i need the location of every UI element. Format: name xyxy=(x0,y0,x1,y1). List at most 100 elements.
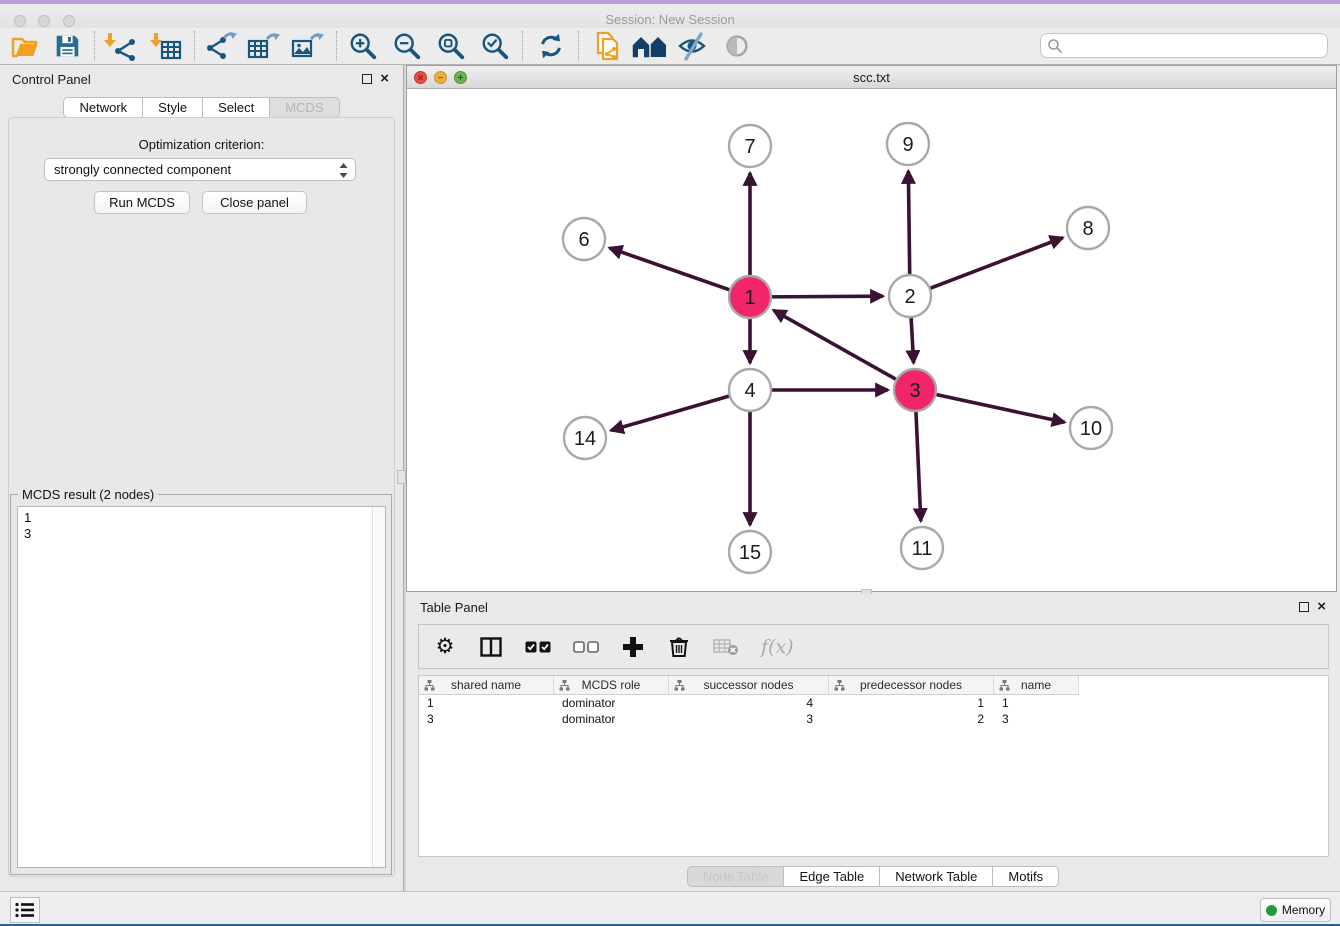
column-header-MCDS-role[interactable]: MCDS role xyxy=(554,676,669,695)
table-cell: 2 xyxy=(829,711,994,727)
result-scrollbar[interactable] xyxy=(372,507,385,867)
zoom-fit-button[interactable] xyxy=(432,30,470,62)
import-network-button[interactable] xyxy=(102,30,140,62)
graph-edge-3-11[interactable] xyxy=(916,408,921,521)
close-panel-button[interactable]: Close panel xyxy=(202,191,307,214)
result-line: 3 xyxy=(24,526,385,542)
column-header-name[interactable]: name xyxy=(994,676,1079,695)
result-line: 1 xyxy=(24,510,385,526)
graph-node-label: 14 xyxy=(574,428,596,450)
gear-icon: ⚙ xyxy=(436,635,455,659)
delete-column-button[interactable] xyxy=(667,633,691,661)
graph-edge-3-1[interactable] xyxy=(774,310,900,381)
tab-network-table[interactable]: Network Table xyxy=(880,866,993,887)
table-settings-button[interactable]: ⚙ xyxy=(433,633,457,661)
tab-style[interactable]: Style xyxy=(143,97,203,118)
graph-edge-2-8[interactable] xyxy=(927,238,1063,290)
network-graph: 1234678910111415 xyxy=(407,89,1336,591)
graph-edge-3-10[interactable] xyxy=(933,394,1065,423)
table-row[interactable]: 3dominator323 xyxy=(419,711,1328,727)
control-panel-window-controls: × xyxy=(362,73,389,85)
trash-icon xyxy=(669,636,689,658)
graph-node-label: 10 xyxy=(1080,418,1102,440)
memory-button[interactable]: Memory xyxy=(1260,898,1331,922)
mcds-result-group: MCDS result (2 nodes) 13 xyxy=(10,494,392,875)
import-network-icon xyxy=(104,30,138,62)
task-history-button[interactable] xyxy=(10,897,40,923)
mcds-result-values: 13 xyxy=(18,507,385,542)
run-mcds-button[interactable]: Run MCDS xyxy=(94,191,190,214)
refresh-layout-button[interactable] xyxy=(532,30,570,62)
zoom-selected-button[interactable] xyxy=(476,30,514,62)
list-icon xyxy=(15,902,35,918)
table-cell: 3 xyxy=(669,711,829,727)
criterion-dropdown[interactable]: strongly connected component xyxy=(44,158,356,181)
optimization-criterion-label: Optimization criterion: xyxy=(0,137,403,152)
tab-edge-table[interactable]: Edge Table xyxy=(784,866,880,887)
tab-node-table[interactable]: Node Table xyxy=(687,866,785,887)
duplicate-network-icon xyxy=(591,30,623,62)
graph-edge-1-2[interactable] xyxy=(768,296,883,297)
select-all-button[interactable] xyxy=(525,633,551,661)
open-folder-icon xyxy=(9,30,41,62)
table-toolbar: ⚙ xyxy=(418,624,1329,669)
graph-node-label: 11 xyxy=(912,538,933,560)
float-panel-icon[interactable] xyxy=(362,74,372,84)
deselect-all-button[interactable] xyxy=(573,633,599,661)
toolbar-separator xyxy=(336,31,337,61)
tab-mcds[interactable]: MCDS xyxy=(270,97,339,118)
control-panel-title: Control Panel xyxy=(12,72,91,87)
table-header-row: shared name MCDS role successor nodes prede… xyxy=(419,676,1328,695)
column-label: shared name xyxy=(451,678,521,692)
graph-edge-1-6[interactable] xyxy=(609,248,733,291)
graph-edge-4-14[interactable] xyxy=(611,395,733,430)
criterion-value: strongly connected component xyxy=(54,162,231,177)
save-session-button[interactable] xyxy=(48,30,86,62)
graph-edge-2-9[interactable] xyxy=(908,171,909,278)
hide-selected-button[interactable] xyxy=(674,30,712,62)
add-column-button[interactable] xyxy=(621,633,645,661)
tab-network[interactable]: Network xyxy=(63,97,143,118)
tab-motifs[interactable]: Motifs xyxy=(993,866,1059,887)
export-network-icon xyxy=(204,30,238,62)
column-header-successor-nodes[interactable]: successor nodes xyxy=(669,676,829,695)
column-label: successor nodes xyxy=(703,678,793,692)
first-neighbors-button[interactable] xyxy=(630,30,668,62)
export-table-button[interactable] xyxy=(244,30,282,62)
search-input[interactable] xyxy=(1063,36,1327,56)
export-image-button[interactable] xyxy=(288,30,326,62)
node-table[interactable]: shared name MCDS role successor nodes prede… xyxy=(418,675,1329,857)
graph-edge-2-3[interactable] xyxy=(911,314,914,363)
column-label: MCDS role xyxy=(582,678,641,692)
export-network-button[interactable] xyxy=(202,30,240,62)
network-window-titlebar: × − + scc.txt xyxy=(407,66,1336,89)
save-icon xyxy=(52,31,82,61)
import-table-button[interactable] xyxy=(148,30,186,62)
column-header-predecessor-nodes[interactable]: predecessor nodes xyxy=(829,676,994,695)
deselect-all-icon xyxy=(573,641,599,653)
close-panel-icon[interactable]: × xyxy=(380,73,389,85)
column-label: predecessor nodes xyxy=(860,678,962,692)
column-header-shared-name[interactable]: shared name xyxy=(419,676,554,695)
memory-label: Memory xyxy=(1282,903,1325,917)
zoom-in-icon xyxy=(348,31,378,61)
float-panel-icon[interactable] xyxy=(1299,602,1309,612)
table-panel-window-controls: × xyxy=(1299,601,1326,613)
vertical-splitter-handle[interactable] xyxy=(397,470,406,484)
split-panel-button[interactable] xyxy=(479,633,503,661)
table-cell: 3 xyxy=(419,711,554,727)
mcds-result-textarea[interactable]: 13 xyxy=(17,506,386,868)
search-field[interactable] xyxy=(1040,33,1328,58)
close-panel-icon[interactable]: × xyxy=(1317,601,1326,613)
zoom-out-button[interactable] xyxy=(388,30,426,62)
duplicate-network-button[interactable] xyxy=(588,30,626,62)
table-row[interactable]: 1dominator411 xyxy=(419,695,1328,711)
delete-table-button xyxy=(713,633,739,661)
column-label: name xyxy=(1021,678,1051,692)
zoom-in-button[interactable] xyxy=(344,30,382,62)
eye-disabled-icon xyxy=(722,31,752,61)
open-session-button[interactable] xyxy=(6,30,44,62)
tab-select[interactable]: Select xyxy=(203,97,270,118)
zoom-out-icon xyxy=(392,31,422,61)
network-canvas[interactable]: 1234678910111415 xyxy=(407,89,1336,591)
